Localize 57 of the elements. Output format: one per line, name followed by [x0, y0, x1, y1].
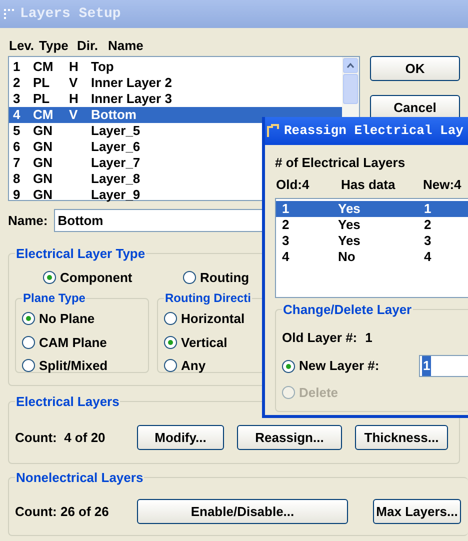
column-header: Name: [108, 37, 144, 56]
new-cell-text: 1: [424, 200, 432, 218]
field-label: Old Layer #:: [282, 328, 358, 347]
direction-cell-text: V: [69, 106, 79, 124]
name-cell-text: Layer_5: [91, 122, 140, 140]
has-data-cell-text: Yes: [338, 200, 362, 218]
type-cell-text: PL: [33, 90, 51, 108]
type-cell-text: GN: [33, 122, 54, 140]
group-title: Electrical Layer Type: [15, 245, 146, 263]
type-cell-text: CM: [33, 58, 54, 76]
field-value: 1: [365, 328, 372, 346]
column-header: Type: [39, 37, 70, 56]
type-cell-text: GN: [33, 154, 54, 172]
name-cell-text: Layer_8: [91, 170, 140, 188]
name-cell-text: Inner Layer 3: [91, 90, 172, 108]
column-header: Old:4: [275, 176, 310, 194]
level-cell-text: 5: [12, 122, 22, 140]
type-cell-text: PL: [33, 74, 51, 92]
column-header: Dir.: [77, 37, 99, 56]
new-cell-text: 2: [424, 216, 432, 234]
count-label: Count: 26 of 26: [15, 502, 110, 520]
direction-cell-text: V: [69, 74, 79, 92]
old-cell-text: 3: [281, 232, 290, 250]
has-data-cell-text: Yes: [338, 216, 362, 234]
has-data-cell-text: Yes: [338, 232, 362, 250]
level-cell-text: 3: [12, 90, 22, 108]
has-data-cell-text: No: [338, 248, 356, 266]
level-cell-text: 1: [12, 58, 22, 76]
group-title: Plane Type: [22, 290, 86, 307]
level-cell-text: 8: [12, 170, 22, 188]
old-cell-text: 2: [281, 216, 290, 234]
group-title: Electrical Layers: [15, 393, 120, 411]
type-cell-text: CM: [33, 106, 54, 124]
name-cell-text: Layer_7: [91, 154, 140, 172]
direction-cell-text: H: [69, 90, 80, 108]
type-cell-text: GN: [33, 138, 54, 156]
name-cell-text: Layer_6: [91, 138, 140, 156]
level-cell-text: 7: [12, 154, 22, 172]
count-label: Count: 4 of 20: [15, 428, 106, 446]
level-cell-text: 6: [12, 138, 22, 156]
field-label: Name:: [8, 212, 48, 230]
group-title: Nonelectrical Layers: [15, 469, 144, 487]
new-cell-text: 3: [424, 232, 432, 250]
level-cell-text: 2: [12, 74, 22, 92]
column-header: New:4: [423, 176, 462, 194]
name-cell-text: Inner Layer 2: [91, 74, 172, 92]
column-header: Lev.: [8, 37, 36, 56]
direction-cell-text: H: [69, 58, 80, 76]
old-cell-text: 4: [281, 248, 290, 266]
group-title: Change/Delete Layer: [282, 301, 413, 319]
level-cell-text: 4: [12, 106, 22, 124]
name-cell-text: Bottom: [91, 106, 136, 124]
name-cell-text: Top: [91, 58, 114, 76]
group-title: Routing Directi: [164, 290, 252, 307]
type-cell-text: GN: [33, 170, 54, 188]
new-cell-text: 4: [424, 248, 432, 266]
window-title: Layers Setup: [20, 4, 121, 24]
